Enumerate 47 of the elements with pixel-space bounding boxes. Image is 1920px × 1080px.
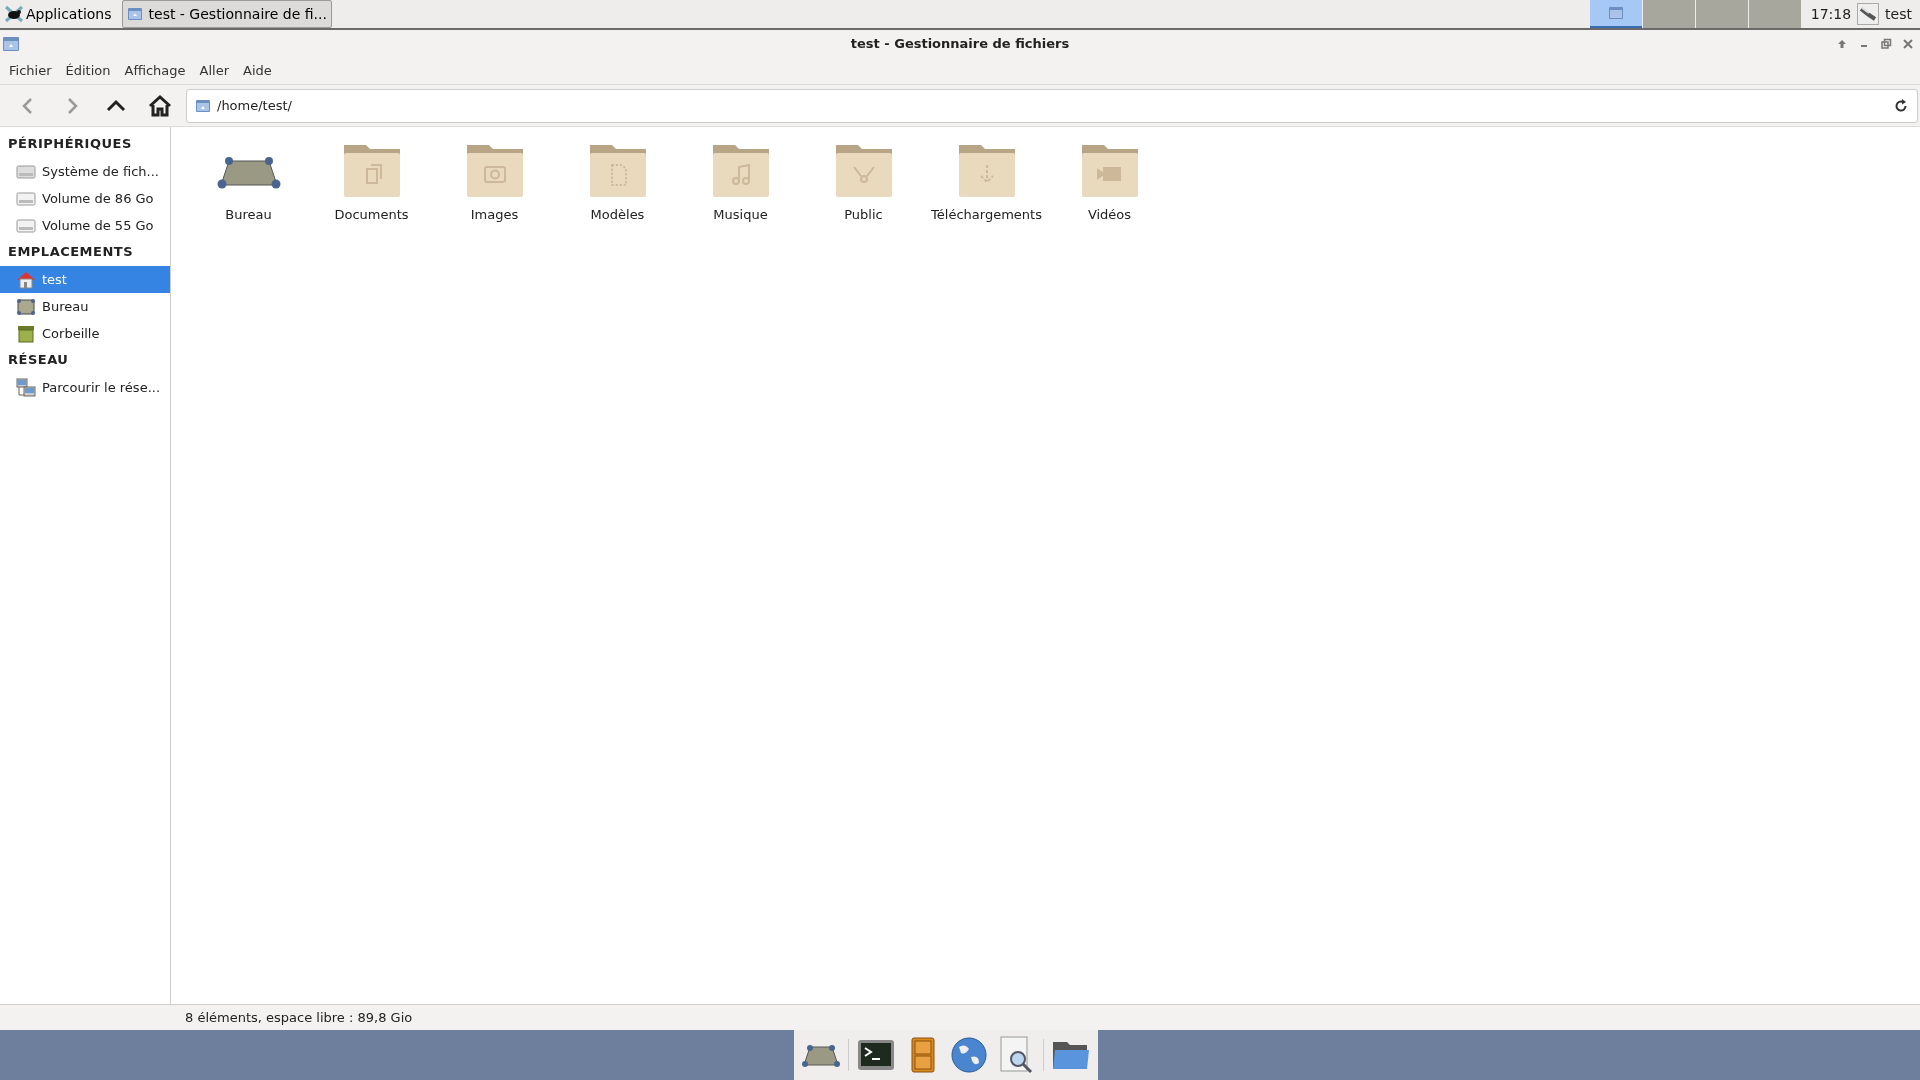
network-computers-icon [16,377,36,398]
sidebar-item[interactable]: Bureau [0,293,170,320]
sidebar-heading: RÉSEAU [7,351,70,369]
sidebar-heading: EMPLACEMENTS [7,243,135,261]
network-plug-icon[interactable] [1857,3,1880,25]
file-item[interactable]: Modèles [556,139,679,222]
status-bar-text: 8 éléments, espace libre : 89,8 Gio [185,1010,413,1025]
clock: 17:18 [1810,6,1852,22]
maximize-icon[interactable] [1880,37,1892,50]
sidebar-heading: PÉRIPHÉRIQUES [7,135,133,153]
sidebar-item[interactable]: Corbeille [0,320,170,347]
window-title: test - Gestionnaire de fichiers [850,36,1070,51]
file-item[interactable]: Images [433,139,556,222]
close-icon[interactable] [1902,37,1914,50]
file-item[interactable]: Bureau [187,139,310,222]
desktop-icon [16,296,36,317]
menu-item[interactable]: Aide [236,61,279,80]
globe-icon[interactable] [949,1035,990,1075]
home-icon [16,269,36,290]
reload-icon[interactable] [1893,97,1909,114]
file-item[interactable]: Musique [679,139,802,222]
sidebar-item[interactable]: Volume de 55 Go [0,212,170,239]
file-item[interactable]: Vidéos [1048,139,1171,222]
sidebar-item[interactable]: Système de fich... [0,158,170,185]
folder-icon [2,34,20,53]
file-item[interactable]: Public [802,139,925,222]
file-item[interactable]: Documents [310,139,433,222]
menu-item[interactable]: Édition [58,61,118,80]
trash-icon [16,323,36,344]
menu-item[interactable]: Fichier [2,61,59,80]
menu-item[interactable]: Aller [192,61,237,80]
mouse-logo-icon [4,4,24,24]
sidebar-item[interactable]: Parcourir le rése... [0,374,170,401]
menu-item[interactable]: Affichage [117,61,193,80]
folder-icon [1607,5,1624,21]
folder-icon [195,97,211,114]
sidebar-item[interactable]: test [0,266,170,293]
location-field[interactable]: /home/test/ [186,88,1918,123]
sidebar-item[interactable]: Volume de 86 Go [0,185,170,212]
file-item[interactable]: Téléchargements [925,139,1048,222]
folder-icon [126,6,143,22]
user-name: test [1885,6,1912,22]
arrow-up-icon[interactable] [1836,37,1848,50]
applications-menu[interactable]: Applications [4,4,116,24]
workspace-button[interactable] [1589,0,1642,28]
taskbar-window-button[interactable]: test - Gestionnaire de fi... [121,0,332,28]
home-icon[interactable] [148,93,172,118]
